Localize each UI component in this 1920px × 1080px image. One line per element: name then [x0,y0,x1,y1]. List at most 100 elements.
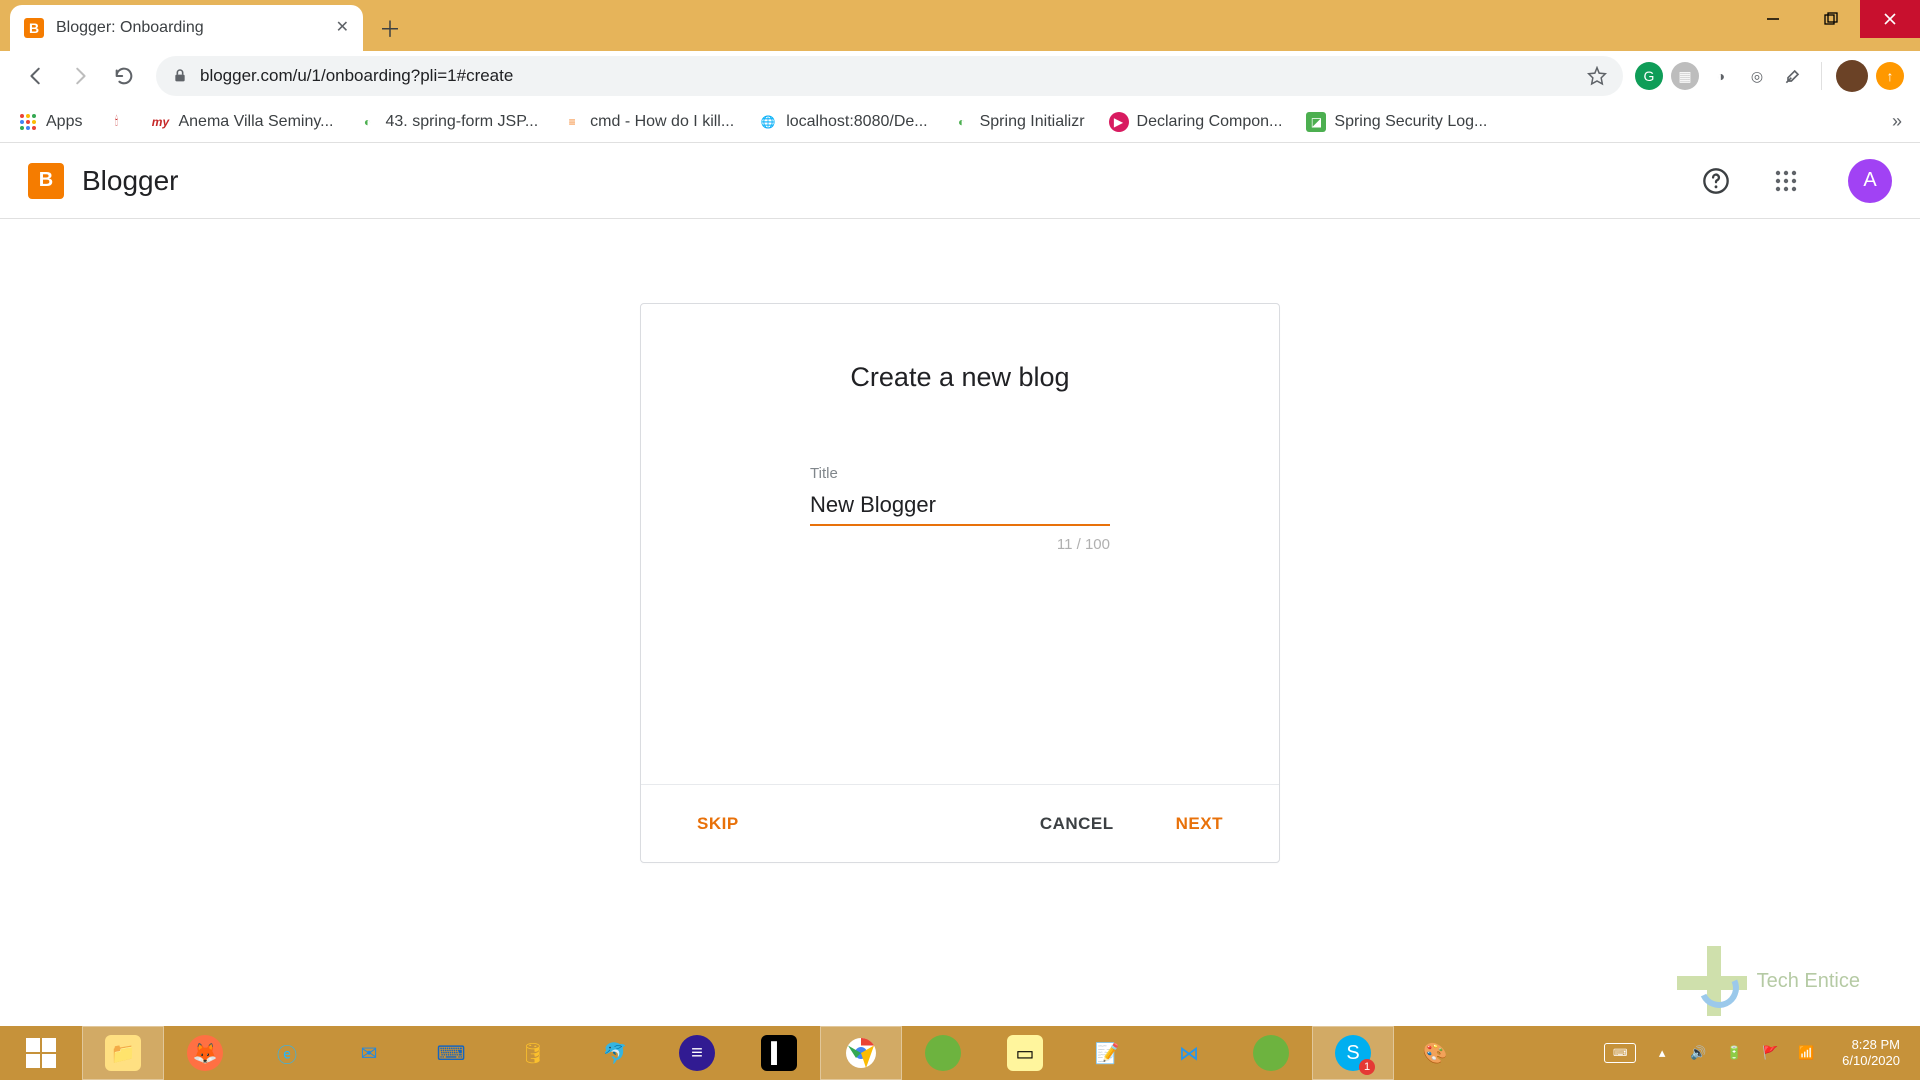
bookmarks-bar: Apps 🕯 my Anema Villa Seminy... ◐ 43. sp… [0,101,1920,143]
card-title: Create a new blog [695,362,1225,393]
forward-button[interactable] [60,56,100,96]
browser-toolbar: blogger.com/u/1/onboarding?pli=1#create … [0,51,1920,101]
bookmark-favicon: ◐ [952,112,972,132]
window-controls [1744,0,1920,38]
create-blog-card: Create a new blog Title 11 / 100 SKIP CA… [640,303,1280,863]
tray-battery-icon[interactable]: 🔋 [1724,1043,1744,1063]
bookmark-favicon: ≡ [562,112,582,132]
taskbar-thunderbird-icon[interactable]: ✉ [328,1026,410,1080]
field-label: Title [810,465,1110,482]
bookmark-label: Anema Villa Seminy... [178,113,333,131]
tray-time: 8:28 PM [1842,1037,1900,1053]
minimize-button[interactable] [1744,0,1802,38]
extension-icon[interactable]: ◑ [1707,62,1735,90]
bookmark-item[interactable]: ◐ Spring Initializr [952,112,1085,132]
bookmark-item[interactable]: ≡ cmd - How do I kill... [562,112,734,132]
bookmark-favicon: ▶ [1109,112,1129,132]
taskbar-spring-icon[interactable] [902,1026,984,1080]
bookmark-label: cmd - How do I kill... [590,113,734,131]
bookmark-label: 43. spring-form JSP... [386,113,539,131]
apps-shortcut[interactable]: Apps [18,112,82,132]
back-button[interactable] [16,56,56,96]
bookmark-item[interactable]: ◐ 43. spring-form JSP... [358,112,539,132]
windows-taskbar: 📁 🦊 ⓔ ✉ ⌨ 🛢 🐬 ≡ ▍ ▭ 📝 ⋈ S1 🎨 ⌨ ▴ 🔊 🔋 🚩 📶… [0,1026,1920,1080]
watermark-text: Tech Entice [1757,970,1860,993]
taskbar-chrome-icon[interactable] [820,1026,902,1080]
extension-icon[interactable]: ↑ [1876,62,1904,90]
browser-tab[interactable]: B Blogger: Onboarding ✕ [10,5,363,51]
taskbar-ie-icon[interactable]: ⓔ [246,1026,328,1080]
title-input[interactable] [810,488,1110,526]
help-icon[interactable] [1696,161,1736,201]
bookmarks-overflow-icon[interactable]: » [1892,111,1902,132]
bookmark-label: Declaring Compon... [1137,113,1283,131]
taskbar-firefox-icon[interactable]: 🦊 [164,1026,246,1080]
taskbar-file-explorer-icon[interactable]: 📁 [82,1026,164,1080]
window-close-button[interactable] [1860,0,1920,38]
bookmark-star-icon[interactable] [1587,66,1607,86]
tray-date: 6/10/2020 [1842,1053,1900,1069]
skip-button[interactable]: SKIP [691,813,745,835]
avatar-letter: A [1863,169,1876,192]
divider [1821,62,1822,90]
title-field: Title 11 / 100 [810,465,1110,553]
bookmark-item[interactable]: 🌐 localhost:8080/De... [758,112,927,132]
bookmark-favicon: ◪ [1306,112,1326,132]
taskbar-notepadpp-icon[interactable]: 📝 [1066,1026,1148,1080]
taskbar-vscode-icon[interactable]: ⋈ [1148,1026,1230,1080]
bookmark-label: Spring Security Log... [1334,113,1487,131]
chrome-profile-avatar[interactable] [1836,60,1868,92]
taskbar-app-icon[interactable]: 🐬 [574,1026,656,1080]
taskbar-notes-icon[interactable]: ▭ [984,1026,1066,1080]
new-tab-button[interactable]: ＋ [371,9,409,47]
taskbar-spring-icon[interactable] [1230,1026,1312,1080]
bookmark-label: localhost:8080/De... [786,113,927,131]
bookmark-favicon: ◐ [358,112,378,132]
apps-grid-icon [18,112,38,132]
extension-icon[interactable]: ▦ [1671,62,1699,90]
tab-favicon: B [24,18,44,38]
google-apps-icon[interactable] [1766,161,1806,201]
reload-button[interactable] [104,56,144,96]
extensions-row: G ▦ ◑ ◎ ↑ [1635,60,1912,92]
taskbar-skype-icon[interactable]: S1 [1312,1026,1394,1080]
maximize-button[interactable] [1802,0,1860,38]
close-tab-icon[interactable]: ✕ [336,20,349,36]
bookmark-item[interactable]: ◪ Spring Security Log... [1306,112,1487,132]
bookmark-favicon: 🕯 [106,112,126,132]
account-avatar[interactable]: A [1848,159,1892,203]
lock-icon [172,68,188,84]
tab-title: Blogger: Onboarding [56,19,324,37]
tray-keyboard-icon[interactable]: ⌨ [1604,1043,1636,1063]
taskbar-eclipse-icon[interactable]: ≡ [656,1026,738,1080]
page-content: Create a new blog Title 11 / 100 SKIP CA… [0,219,1920,1026]
browser-titlebar: B Blogger: Onboarding ✕ ＋ [0,0,1920,51]
watermark-logo-icon [1677,946,1747,1016]
tray-clock[interactable]: 8:28 PM 6/10/2020 [1832,1037,1910,1070]
tray-volume-icon[interactable]: 🔊 [1688,1043,1708,1063]
taskbar-app-icon[interactable]: ⌨ [410,1026,492,1080]
taskbar-app-icon[interactable]: 🛢 [492,1026,574,1080]
tray-network-icon[interactable]: 📶 [1796,1043,1816,1063]
tray-flag-icon[interactable]: 🚩 [1760,1043,1780,1063]
tray-chevron-icon[interactable]: ▴ [1652,1043,1672,1063]
start-button[interactable] [0,1026,82,1080]
taskbar-paint-icon[interactable]: 🎨 [1394,1026,1476,1080]
address-bar[interactable]: blogger.com/u/1/onboarding?pli=1#create [156,56,1623,96]
watermark: Tech Entice [1677,946,1860,1016]
card-actions: SKIP CANCEL NEXT [641,784,1279,862]
extension-icon[interactable]: G [1635,62,1663,90]
bookmark-item[interactable]: my Anema Villa Seminy... [150,112,333,132]
next-button[interactable]: NEXT [1170,813,1229,835]
char-counter: 11 / 100 [810,536,1110,553]
bookmark-item[interactable]: 🕯 [106,112,126,132]
blogger-header: B Blogger A [0,143,1920,219]
bookmark-favicon: 🌐 [758,112,778,132]
url-text: blogger.com/u/1/onboarding?pli=1#create [200,66,1575,86]
eyedropper-icon[interactable] [1779,62,1807,90]
bookmark-favicon: my [150,112,170,132]
cancel-button[interactable]: CANCEL [1034,813,1120,835]
taskbar-terminal-icon[interactable]: ▍ [738,1026,820,1080]
bookmark-item[interactable]: ▶ Declaring Compon... [1109,112,1283,132]
extension-icon[interactable]: ◎ [1743,62,1771,90]
